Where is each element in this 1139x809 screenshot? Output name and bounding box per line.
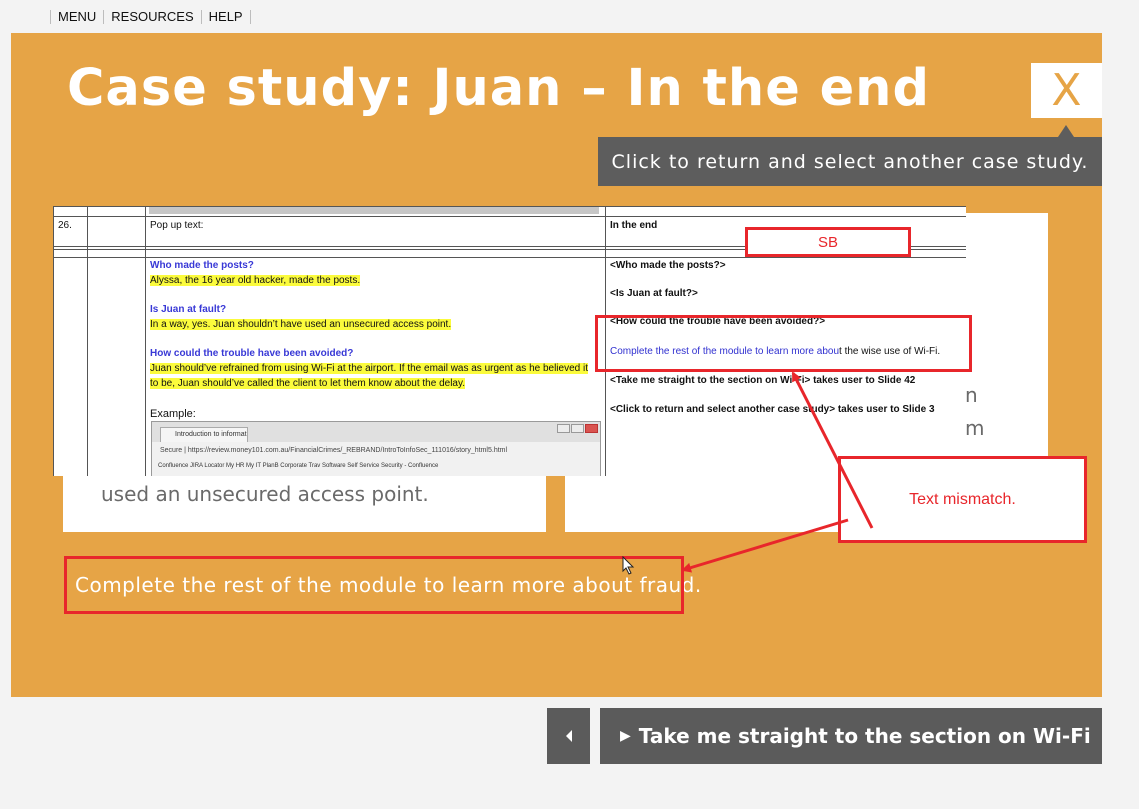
example-label: Example: <box>150 408 196 420</box>
answer-3-text: Juan should’ve refrained from using Wi-F… <box>150 363 588 374</box>
answer-3-line-1: Juan should’ve refrained from using Wi-F… <box>150 363 588 375</box>
question-3: How could the trouble have been avoided? <box>150 348 354 359</box>
close-tooltip: Click to return and select another case … <box>598 137 1102 186</box>
highlight-box-slide-text <box>64 556 684 614</box>
nav-resources[interactable]: RESOURCES <box>104 9 200 25</box>
browser-bookmarks: Confluence JIRA Locator My HR My IT Plan… <box>158 463 439 469</box>
nav-menu[interactable]: MENU <box>51 9 103 25</box>
window-controls <box>557 424 598 433</box>
answer-1: Alyssa, the 16 year old hacker, made the… <box>150 275 361 287</box>
nav-help[interactable]: HELP <box>202 9 250 25</box>
back-button[interactable] <box>547 708 590 764</box>
card-right-fragment: n <box>965 383 978 407</box>
question-1: Who made the posts? <box>150 260 254 271</box>
nav-divider <box>249 10 251 24</box>
in-the-end-header: In the end <box>610 220 658 231</box>
highlight-box-storyboard-line <box>595 315 972 372</box>
row-number: 26. <box>58 220 72 231</box>
card-right-fragment: m <box>965 416 985 440</box>
table-shading <box>149 207 599 214</box>
question-2: Is Juan at fault? <box>150 304 227 315</box>
mouse-cursor-icon <box>622 556 635 575</box>
right-item-5: <Take me straight to the section on Wi-F… <box>610 375 916 386</box>
text-mismatch-callout: Text mismatch. <box>838 456 1087 543</box>
table-border <box>53 216 966 217</box>
answer-3-line-2: to be, Juan should’ve called the client … <box>150 378 466 390</box>
screen: MENU RESOURCES HELP Case study: Juan – I… <box>0 0 1139 809</box>
table-border <box>53 207 54 476</box>
popup-label: Pop up text: <box>150 220 204 231</box>
answer-3-text: to be, Juan should’ve called the client … <box>150 378 466 389</box>
browser-tab: Introduction to informat <box>160 427 248 442</box>
table-border <box>87 207 88 476</box>
browser-tab-bar: Introduction to informat <box>152 422 600 442</box>
wifi-section-label: Take me straight to the section on Wi-Fi <box>638 724 1091 748</box>
table-border <box>53 257 966 258</box>
right-item-1: <Who made the posts?> <box>610 260 726 271</box>
close-button[interactable]: X <box>1031 63 1102 118</box>
minimize-icon <box>557 424 570 433</box>
browser-screenshot: Introduction to informat Secure | https:… <box>151 421 601 476</box>
right-item-2: <Is Juan at fault?> <box>610 288 698 299</box>
answer-2-text: In a way, yes. Juan shouldn’t have used … <box>150 319 452 330</box>
top-nav: MENU RESOURCES HELP <box>50 9 251 25</box>
sb-annotation: SB <box>745 227 911 257</box>
slide-title: Case study: Juan – In the end <box>67 59 930 118</box>
wifi-section-button[interactable]: ▶ Take me straight to the section on Wi-… <box>600 708 1102 764</box>
maximize-icon <box>571 424 584 433</box>
tooltip-arrow <box>1058 125 1074 137</box>
table-border <box>145 207 146 476</box>
right-item-6: <Click to return and select another case… <box>610 404 935 415</box>
right-triangle-icon: ▶ <box>620 728 631 744</box>
left-triangle-icon <box>565 730 572 742</box>
answer-2: In a way, yes. Juan shouldn’t have used … <box>150 319 452 331</box>
card-left-text: used an unsecured access point. <box>101 482 429 506</box>
answer-1-text: Alyssa, the 16 year old hacker, made the… <box>150 275 361 286</box>
browser-url-bar: Secure | https://review.money101.com.au/… <box>160 447 508 454</box>
close-window-icon <box>585 424 598 433</box>
